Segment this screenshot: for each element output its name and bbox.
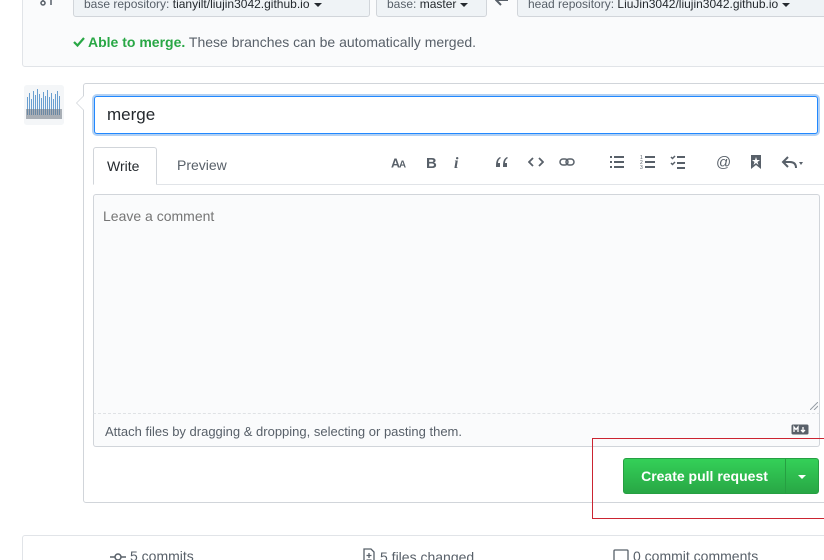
bold-icon[interactable]: B: [421, 152, 441, 172]
svg-text:@: @: [716, 154, 731, 170]
chevron-down-icon: [460, 2, 469, 7]
merge-status-ok: Able to merge.: [88, 34, 186, 50]
svg-text:i: i: [454, 155, 459, 170]
commit-comments-count: 0 commit comments: [633, 548, 759, 560]
comment-textarea[interactable]: [93, 194, 820, 414]
chevron-down-icon: [782, 2, 791, 7]
head-repository-value: LiuJin3042/liujin3042.github.io: [617, 0, 779, 11]
chevron-down-icon: [313, 2, 322, 7]
commit-icon: [110, 553, 126, 560]
base-branch-label: base:: [387, 0, 417, 11]
commits-stat[interactable]: 5 commits: [110, 548, 194, 560]
check-icon: [73, 37, 85, 48]
tab-write[interactable]: Write: [93, 147, 157, 185]
link-icon[interactable]: [557, 152, 577, 172]
ordered-list-icon[interactable]: 123: [638, 152, 658, 172]
avatar[interactable]: [24, 85, 64, 125]
text-size-icon[interactable]: AA: [389, 152, 409, 172]
files-changed-stat[interactable]: 5 files changed: [362, 548, 474, 560]
commits-count: 5 commits: [130, 548, 194, 560]
arrow-left-icon: [495, 0, 508, 6]
highlight-box: [592, 438, 824, 519]
base-repository-label: base repository:: [84, 0, 170, 11]
title-input[interactable]: [94, 96, 818, 134]
git-compare-icon: [40, 0, 52, 6]
commit-comments-stat[interactable]: 0 commit comments: [613, 548, 758, 560]
svg-text:A: A: [399, 159, 406, 170]
base-branch-select[interactable]: base: master: [376, 0, 487, 17]
task-list-icon[interactable]: [668, 152, 688, 172]
svg-text:3: 3: [640, 165, 643, 170]
tabs-divider: [93, 184, 824, 185]
file-diff-icon: [363, 548, 375, 560]
files-changed-count: 5 files changed: [380, 549, 475, 560]
base-repository-select[interactable]: base repository: tianyilt/liujin3042.git…: [73, 0, 370, 17]
merge-status-text: These branches can be automatically merg…: [188, 34, 477, 50]
comment-icon: [613, 549, 629, 560]
reply-icon[interactable]: [779, 152, 807, 172]
avatar-image: [24, 85, 64, 125]
head-repository-select[interactable]: head repository: LiuJin3042/liujin3042.g…: [517, 0, 824, 17]
resize-handle-icon[interactable]: [810, 402, 818, 410]
attach-files-text: Attach files by dragging & dropping, sel…: [105, 424, 462, 439]
mention-icon[interactable]: @: [714, 152, 734, 172]
unordered-list-icon[interactable]: [607, 152, 627, 172]
code-icon[interactable]: [526, 152, 546, 172]
bookmark-icon[interactable]: [746, 152, 766, 172]
merge-status: Able to merge. These branches can be aut…: [72, 34, 476, 50]
base-repository-value: tianyilt/liujin3042.github.io: [172, 0, 310, 11]
base-branch-value: master: [419, 0, 457, 11]
quote-icon[interactable]: [492, 152, 512, 172]
italic-icon[interactable]: i: [447, 152, 467, 172]
svg-text:B: B: [426, 155, 437, 170]
head-repository-label: head repository:: [528, 0, 615, 11]
tab-preview[interactable]: Preview: [164, 147, 240, 185]
markdown-icon[interactable]: [791, 424, 809, 435]
